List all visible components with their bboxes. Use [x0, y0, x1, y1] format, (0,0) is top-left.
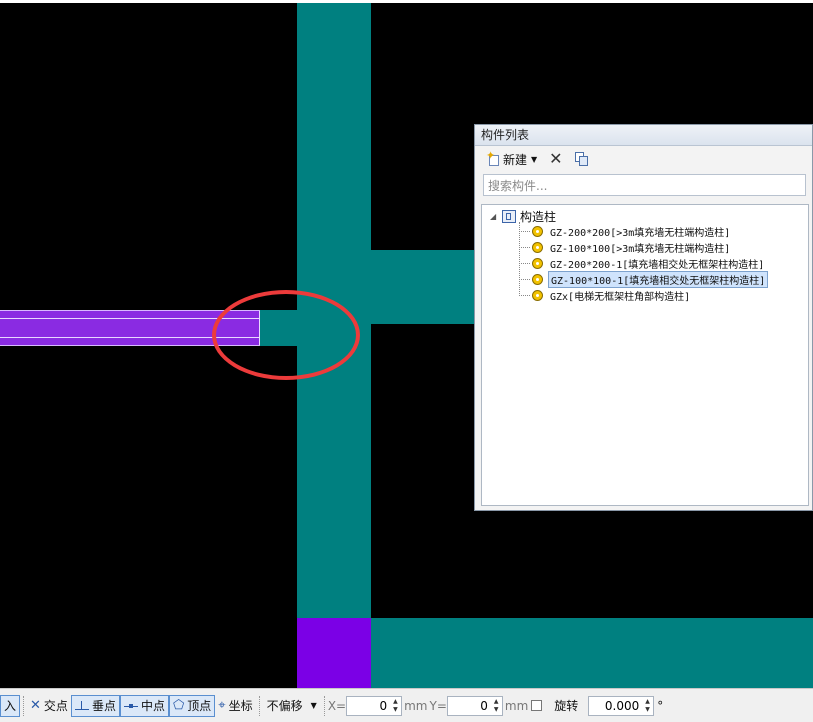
- toolbar-separator: [323, 695, 325, 716]
- snap-vertex-button[interactable]: ⬠ 顶点: [168, 694, 216, 717]
- tree-item-3-selected[interactable]: GZ-100*100-1[填充墙相交处无框架柱构造柱]: [519, 270, 769, 288]
- snap-intersection-label: 交点: [43, 699, 68, 713]
- purple-column-base[interactable]: [297, 618, 371, 688]
- x-coordinate-stepper[interactable]: ▲▼: [346, 695, 403, 716]
- snap-vertex-label: 顶点: [187, 699, 212, 713]
- component-list-panel: 构件列表 ✦ 新建 ▼ ✕ ◢ 构造柱: [474, 124, 813, 511]
- new-component-label: 新建: [503, 152, 528, 167]
- offset-mode-select[interactable]: 不偏移 ▼: [263, 697, 321, 714]
- x-coordinate-input[interactable]: [347, 696, 392, 715]
- snap-coordinate-label: 坐标: [228, 699, 253, 713]
- coordinate-icon: ⌖: [218, 698, 226, 713]
- snap-toolbar: 入 ✕ 交点 垂点 中点 ⬠ 顶点 ⌖ 坐标 不偏移 ▼ X= ▲▼ mm Y=…: [0, 688, 813, 722]
- toolbar-separator: [23, 695, 25, 716]
- snap-intersection-button[interactable]: ✕ 交点: [27, 695, 71, 717]
- search-box: [483, 174, 806, 196]
- red-ellipse-annotation: [212, 290, 360, 380]
- panel-title[interactable]: 构件列表: [475, 125, 812, 146]
- component-tree: ◢ 构造柱 GZ-200*200[>3m填充墙无柱端构造柱] GZ-100*10…: [481, 204, 809, 506]
- partial-button-label: 入: [4, 699, 17, 713]
- snap-perpendicular-button[interactable]: 垂点: [70, 694, 120, 717]
- panel-toolbar: ✦ 新建 ▼ ✕: [475, 146, 812, 172]
- stepper-arrows-icon[interactable]: ▲ ▼: [492, 698, 501, 714]
- y-unit-label: mm: [504, 698, 529, 713]
- midpoint-icon: [123, 701, 138, 711]
- tree-item-0[interactable]: GZ-200*200[>3m填充墙无柱端构造柱]: [519, 223, 732, 239]
- perpendicular-icon: [74, 700, 89, 711]
- tree-item-label: GZx[电梯无框架柱角部构造柱]: [550, 291, 691, 303]
- snap-perpendicular-label: 垂点: [91, 699, 116, 713]
- y-coordinate-label: Y=: [429, 698, 447, 713]
- x-coordinate-label: X=: [327, 698, 347, 713]
- tree-item-label: GZ-100*100-1[填充墙相交处无框架柱构造柱]: [548, 270, 769, 288]
- collapse-triangle-icon[interactable]: ◢: [490, 212, 498, 221]
- copy-icon: [574, 152, 589, 166]
- x-unit-label: mm: [404, 698, 428, 713]
- component-gear-icon: [532, 273, 543, 285]
- new-component-button[interactable]: ✦ 新建 ▼: [483, 149, 540, 170]
- y-coordinate-input[interactable]: [447, 696, 492, 715]
- degree-symbol: °: [657, 698, 664, 713]
- chevron-down-icon: ▼: [310, 701, 317, 710]
- offset-mode-value: 不偏移: [266, 699, 303, 713]
- tree-item-2[interactable]: GZ-200*200-1[填充墙相交处无框架柱构造柱]: [519, 255, 766, 271]
- toolbar-separator: [258, 695, 260, 716]
- tree-item-4[interactable]: GZx[电梯无框架柱角部构造柱]: [519, 287, 692, 303]
- snap-midpoint-label: 中点: [140, 699, 165, 713]
- teal-wall-bottom[interactable]: [371, 618, 813, 688]
- tree-item-label: GZ-100*100[>3m填充墙无柱端构造柱]: [550, 243, 731, 255]
- rotate-checkbox[interactable]: [531, 700, 543, 711]
- tree-item-label: GZ-200*200-1[填充墙相交处无框架柱构造柱]: [550, 259, 765, 271]
- component-gear-icon: [532, 289, 543, 301]
- snap-midpoint-button[interactable]: 中点: [119, 694, 169, 717]
- component-gear-icon: [532, 241, 543, 253]
- canvas-top-border: [0, 0, 813, 3]
- delete-icon: ✕: [549, 149, 563, 168]
- rotate-label: 旋转: [554, 699, 579, 713]
- component-gear-icon: [532, 225, 543, 237]
- vertex-icon: ⬠: [172, 698, 185, 713]
- partial-button-left[interactable]: 入: [0, 694, 21, 717]
- y-coordinate-stepper[interactable]: ▲▼: [446, 695, 503, 716]
- tree-item-1[interactable]: GZ-100*100[>3m填充墙无柱端构造柱]: [519, 239, 732, 255]
- component-gear-icon: [532, 257, 543, 269]
- rotate-angle-input[interactable]: [589, 696, 644, 715]
- drawing-canvas[interactable]: 构件列表 ✦ 新建 ▼ ✕ ◢ 构造柱: [0, 0, 813, 688]
- intersection-icon: ✕: [30, 698, 41, 713]
- copy-button[interactable]: [572, 150, 592, 168]
- new-component-icon: ✦: [486, 149, 500, 166]
- delete-button[interactable]: ✕: [546, 150, 565, 168]
- tree-item-label: GZ-200*200[>3m填充墙无柱端构造柱]: [550, 227, 731, 239]
- snap-coordinate-button[interactable]: ⌖ 坐标: [215, 695, 255, 717]
- teal-beam-right[interactable]: [371, 250, 481, 324]
- chevron-down-icon: ▼: [531, 154, 538, 164]
- component-search-input[interactable]: [484, 176, 805, 196]
- rotate-angle-stepper[interactable]: ▲▼: [588, 695, 655, 716]
- column-category-icon: [502, 210, 516, 223]
- stepper-arrows-icon[interactable]: ▲ ▼: [643, 698, 652, 714]
- stepper-arrows-icon[interactable]: ▲ ▼: [391, 698, 400, 714]
